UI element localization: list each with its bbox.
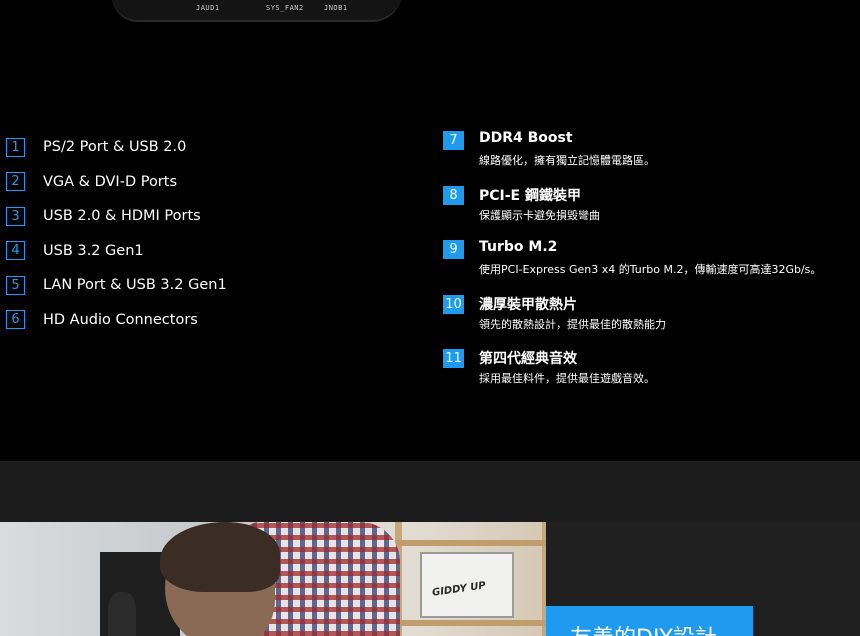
photo-shelf-board <box>395 540 546 546</box>
item-number-badge: 2 <box>6 172 25 192</box>
photo-plant <box>108 592 136 636</box>
rear-io-port-list: 1 PS/2 Port & USB 2.0 2 VGA & DVI-D Port… <box>6 130 227 337</box>
item-label: VGA & DVI-D Ports <box>43 173 178 190</box>
item-label: PS/2 Port & USB 2.0 <box>43 139 187 156</box>
list-item: 3 USB 2.0 & HDMI Ports <box>6 199 227 234</box>
item-label: USB 2.0 & HDMI Ports <box>43 208 201 225</box>
item-label: HD Audio Connectors <box>43 311 198 328</box>
feature-title: Turbo M.2 <box>479 239 558 255</box>
feature-number-badge: 8 <box>443 185 464 205</box>
item-label: USB 3.2 Gen1 <box>43 242 144 259</box>
feature-title: 濃厚裝甲散熱片 <box>479 296 577 313</box>
item-number-badge: 5 <box>6 275 25 295</box>
feature-description: 保護顯示卡避免損毀彎曲 <box>479 208 600 222</box>
motherboard-edge-image: JAUD1 SYS_FAN2 JNOB1 <box>112 0 402 22</box>
photo-shelf-board <box>395 620 546 626</box>
diy-lifestyle-photo: GIDDY UP <box>0 522 546 636</box>
feature-description: 領先的散熱設計，提供最佳的散熱能力 <box>479 317 666 331</box>
section-separator-band <box>0 461 860 522</box>
feature-title: DDR4 Boost <box>479 130 573 146</box>
feature-description: 採用最佳料件，提供最佳遊戲音效。 <box>479 372 655 385</box>
feature-number-badge: 7 <box>443 131 464 150</box>
list-item: 2 VGA & DVI-D Ports <box>6 165 227 200</box>
silkscreen-label: SYS_FAN2 <box>266 4 304 12</box>
feature-number-badge: 9 <box>443 240 464 259</box>
feature-title: 第四代經典音效 <box>479 351 577 367</box>
silkscreen-label: JNOB1 <box>324 4 348 12</box>
list-item: 5 LAN Port & USB 3.2 Gen1 <box>6 268 227 303</box>
item-number-badge: 6 <box>6 310 25 330</box>
diy-title-box: 友善的DIY設計 <box>546 606 753 636</box>
list-item: 1 PS/2 Port & USB 2.0 <box>6 130 227 165</box>
feature-number-badge: 10 <box>443 294 464 314</box>
diy-title: 友善的DIY設計 <box>570 620 717 636</box>
item-number-badge: 4 <box>6 241 25 261</box>
item-number-badge: 1 <box>6 137 25 157</box>
item-label: LAN Port & USB 3.2 Gen1 <box>43 277 227 294</box>
photo-person-hair <box>160 522 280 592</box>
feature-description: 使用PCI-Express Gen3 x4 的Turbo M.2，傳輸速度可高達… <box>479 263 822 276</box>
feature-description: 線路優化，擁有獨立記憶體電路區。 <box>479 154 655 167</box>
list-item: 6 HD Audio Connectors <box>6 303 227 338</box>
list-item: 4 USB 3.2 Gen1 <box>6 234 227 269</box>
item-number-badge: 3 <box>6 206 25 226</box>
feature-title: PCI-E 鋼鐵裝甲 <box>479 187 581 204</box>
silkscreen-label: JAUD1 <box>196 4 220 12</box>
feature-number-badge: 11 <box>443 349 464 368</box>
